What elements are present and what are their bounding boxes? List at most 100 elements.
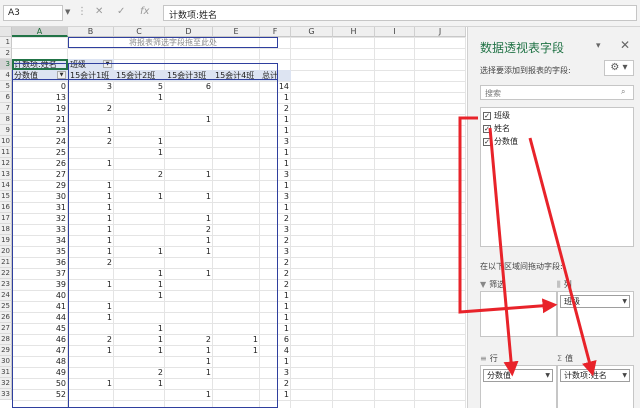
pivot-value[interactable]: 1 xyxy=(68,224,114,235)
pivot-row-label[interactable]: 24 xyxy=(12,136,68,147)
pivot-value[interactable]: 1 xyxy=(165,213,213,224)
values-zone-box[interactable]: 计数项:姓名 ▼ xyxy=(557,365,634,408)
pivot-value[interactable]: 1 xyxy=(114,334,165,345)
pivot-row-label[interactable]: 26 xyxy=(12,158,68,169)
pivot-value[interactable]: 1 xyxy=(165,246,213,257)
column-header-a[interactable]: A xyxy=(12,27,68,37)
pivot-grand-total[interactable]: 1 xyxy=(260,356,291,367)
pivot-value[interactable]: 1 xyxy=(165,356,213,367)
chevron-down-icon[interactable]: ▾ xyxy=(596,41,601,51)
pivot-value[interactable]: 1 xyxy=(165,235,213,246)
row-header-18[interactable]: 18 xyxy=(0,224,12,235)
pivot-row-label[interactable]: 19 xyxy=(12,103,68,114)
rows-zone-box[interactable]: 分数值 ▼ xyxy=(480,365,557,408)
rows-field-chip[interactable]: 分数值 ▼ xyxy=(483,369,553,382)
row-header-14[interactable]: 14 xyxy=(0,180,12,191)
pivot-row-label[interactable]: 47 xyxy=(12,345,68,356)
row-header-1[interactable]: 1 xyxy=(0,37,12,48)
pivot-row-label[interactable]: 48 xyxy=(12,356,68,367)
pivot-value[interactable]: 1 xyxy=(114,268,165,279)
pivot-value[interactable]: 1 xyxy=(68,158,114,169)
pivot-value[interactable]: 1 xyxy=(114,246,165,257)
pivot-grand-total[interactable]: 3 xyxy=(260,246,291,257)
pivot-grand-total[interactable]: 2 xyxy=(260,213,291,224)
pivot-grand-total[interactable]: 1 xyxy=(260,323,291,334)
column-header-b[interactable]: B xyxy=(68,27,114,37)
pivot-row-label[interactable]: 30 xyxy=(12,191,68,202)
pivot-value[interactable]: 3 xyxy=(68,81,114,92)
formula-input[interactable]: 计数项:姓名 xyxy=(163,5,637,21)
row-header-29[interactable]: 29 xyxy=(0,345,12,356)
pivot-grand-total[interactable]: 3 xyxy=(260,136,291,147)
pivot-value[interactable]: 2 xyxy=(68,103,114,114)
row-header-21[interactable]: 21 xyxy=(0,257,12,268)
row-header-27[interactable]: 27 xyxy=(0,323,12,334)
pivot-value[interactable]: 1 xyxy=(114,191,165,202)
pivot-grand-total[interactable]: 1 xyxy=(260,114,291,125)
pivot-grand-total[interactable]: 14 xyxy=(260,81,291,92)
row-header-4[interactable]: 4 xyxy=(0,70,12,81)
checkbox[interactable]: ✓ xyxy=(483,137,491,146)
pivot-value[interactable]: 1 xyxy=(165,268,213,279)
pivot-value[interactable]: 2 xyxy=(114,169,165,180)
pivot-row-label[interactable]: 46 xyxy=(12,334,68,345)
pivot-value[interactable]: 1 xyxy=(114,378,165,389)
pivot-grand-total[interactable]: 1 xyxy=(260,312,291,323)
pivot-value[interactable]: 1 xyxy=(114,290,165,301)
column-header-j[interactable]: J xyxy=(415,27,466,37)
field-item[interactable]: ✓ 姓名 xyxy=(483,123,510,135)
rows-zone[interactable]: ≡ 行 分数值 ▼ xyxy=(480,353,557,408)
row-header-6[interactable]: 6 xyxy=(0,92,12,103)
pivot-row-label[interactable]: 36 xyxy=(12,257,68,268)
row-header-32[interactable]: 32 xyxy=(0,378,12,389)
select-all-corner[interactable] xyxy=(0,27,12,37)
pivot-value[interactable]: 1 xyxy=(114,279,165,290)
columns-zone-box[interactable]: 班级 ▼ xyxy=(557,291,634,337)
report-filter-drop-zone[interactable]: 将报表筛选字段拖至此处 xyxy=(68,37,278,48)
field-item[interactable]: ✓ 分数值 xyxy=(483,136,518,148)
pivot-grand-total[interactable]: 2 xyxy=(260,279,291,290)
pivot-row-label[interactable]: 34 xyxy=(12,235,68,246)
pivot-value[interactable]: 2 xyxy=(68,334,114,345)
pivot-row-label[interactable]: 35 xyxy=(12,246,68,257)
chevron-down-icon[interactable]: ▼ xyxy=(57,71,66,79)
pivot-grand-total[interactable]: 1 xyxy=(260,180,291,191)
row-header-5[interactable]: 5 xyxy=(0,81,12,92)
pivot-row-label[interactable]: 31 xyxy=(12,202,68,213)
pivot-value[interactable]: 2 xyxy=(165,334,213,345)
pivot-grand-total[interactable]: 1 xyxy=(260,290,291,301)
name-box[interactable]: A3 xyxy=(3,5,63,21)
insert-function-icon[interactable]: fx xyxy=(140,6,149,17)
row-header-12[interactable]: 12 xyxy=(0,158,12,169)
row-header-25[interactable]: 25 xyxy=(0,301,12,312)
pivot-row-label[interactable]: 41 xyxy=(12,301,68,312)
pivot-value[interactable]: 1 xyxy=(114,92,165,103)
row-header-28[interactable]: 28 xyxy=(0,334,12,345)
worksheet-grid[interactable]: ABCDEFGHIJ 1 2 3 4 5 6 7 8 9 10 11 12 13 14 15 16 17 18 19… xyxy=(0,27,466,408)
row-header-15[interactable]: 15 xyxy=(0,191,12,202)
pivot-value[interactable]: 1 xyxy=(68,235,114,246)
pivot-value[interactable]: 1 xyxy=(68,312,114,323)
row-header-13[interactable]: 13 xyxy=(0,169,12,180)
pivot-value[interactable]: 1 xyxy=(213,334,260,345)
pivot-row-label[interactable]: 13 xyxy=(12,92,68,103)
pivot-row-label[interactable]: 33 xyxy=(12,224,68,235)
pivot-grand-total[interactable]: 2 xyxy=(260,103,291,114)
pivot-value[interactable]: 1 xyxy=(68,345,114,356)
pivot-value[interactable]: 1 xyxy=(68,191,114,202)
pivot-value[interactable]: 1 xyxy=(165,114,213,125)
pivot-grand-total[interactable]: 4 xyxy=(260,345,291,356)
pivot-row-label[interactable]: 21 xyxy=(12,114,68,125)
pivot-grand-total[interactable]: 2 xyxy=(260,378,291,389)
pivot-grand-total[interactable]: 2 xyxy=(260,257,291,268)
row-header-11[interactable]: 11 xyxy=(0,147,12,158)
pivot-value[interactable]: 1 xyxy=(165,367,213,378)
row-header-33[interactable]: 33 xyxy=(0,389,12,400)
pivot-value[interactable]: 2 xyxy=(68,257,114,268)
pivot-value[interactable]: 1 xyxy=(165,345,213,356)
pivot-value[interactable]: 1 xyxy=(165,389,213,400)
checkbox[interactable]: ✓ xyxy=(483,124,491,133)
gear-icon[interactable]: ⚙ ▾ xyxy=(604,60,634,76)
pivot-corner-label[interactable]: 计数项:姓名 xyxy=(12,59,68,70)
chevron-down-icon[interactable]: ▼ xyxy=(622,370,627,381)
